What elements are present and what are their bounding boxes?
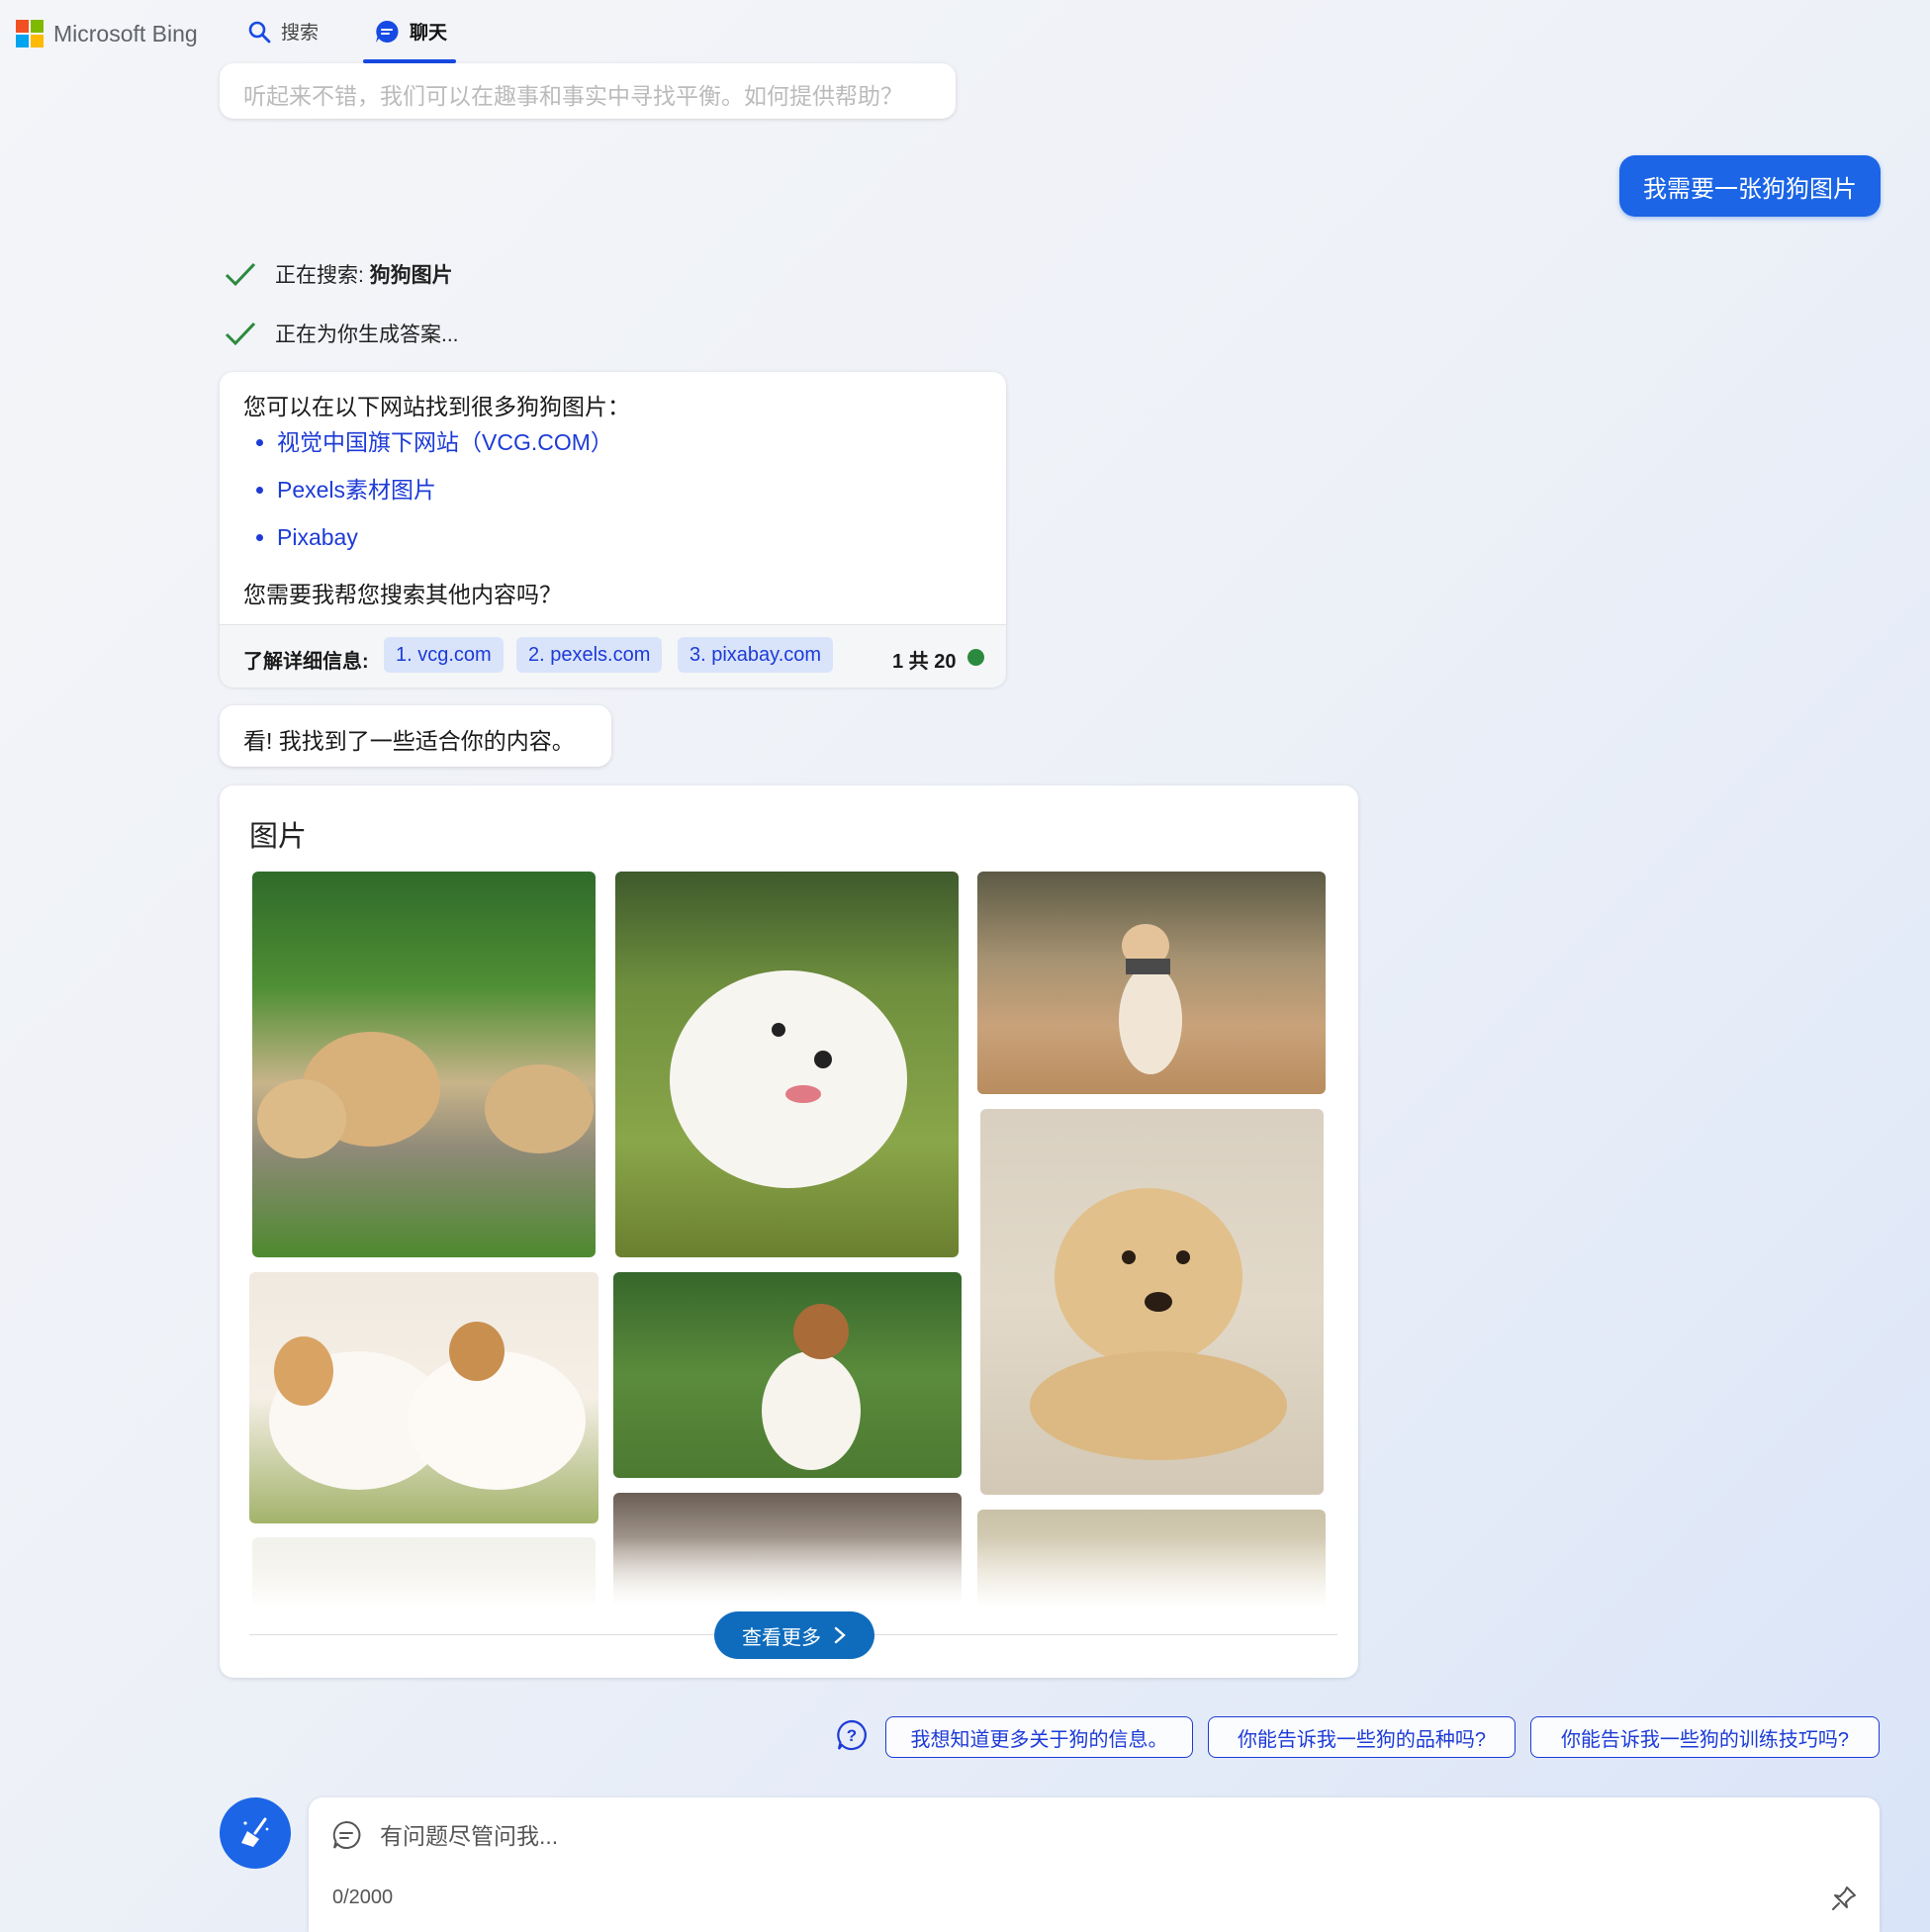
puppy-image-icon (269, 1322, 586, 1490)
chat-bubble-icon (376, 20, 399, 43)
previous-message-text: 听起来不错，我们可以在趣事和事实中寻找平衡。如何提供帮助？ (243, 83, 903, 109)
puppy-image-icon (762, 1304, 861, 1470)
status-generating-text: 正在为你生成答案... (275, 323, 459, 346)
image-thumb-puppy-flowers[interactable] (613, 1272, 962, 1478)
top-bar: Microsoft Bing 搜索 聊天 (0, 0, 1930, 73)
tab-chat[interactable]: 聊天 (374, 18, 447, 45)
images-card: 图片 查看更多 (220, 785, 1358, 1678)
puppy-image-icon (257, 1032, 594, 1158)
see-more-label: 查看更多 (742, 1626, 821, 1649)
bot-answer-message: 您可以在以下网站找到很多狗狗图片： 视觉中国旗下网站（VCG.COM） Pexe… (220, 372, 1006, 688)
answer-outro: 您需要我帮您搜索其他内容吗？ (243, 582, 562, 607)
source-chip-pixabay[interactable]: 3. pixabay.com (678, 637, 834, 673)
user-message: 我需要一张狗狗图片 (1619, 155, 1881, 217)
answer-link-pexels[interactable]: Pexels素材图片 (277, 475, 613, 522)
bing-logo[interactable]: Microsoft Bing (16, 20, 198, 47)
search-icon (248, 21, 271, 43)
puppy-image-icon (1119, 924, 1182, 1074)
images-title: 图片 (249, 821, 308, 853)
pin-icon[interactable] (1830, 1885, 1858, 1912)
answer-intro: 您可以在以下网站找到很多狗狗图片： (243, 394, 630, 419)
answer-link-vcg[interactable]: 视觉中国旗下网站（VCG.COM） (277, 427, 613, 475)
character-counter: 0/2000 (332, 1886, 394, 1908)
puppy-image-icon (670, 970, 907, 1188)
puppy-image-icon (1030, 1188, 1287, 1460)
image-thumb-shiba-scarf[interactable] (977, 872, 1326, 1094)
image-thumb-white-puppy[interactable] (615, 872, 959, 1257)
new-topic-button[interactable] (220, 1797, 291, 1869)
status-searching: 正在搜索: 狗狗图片 (224, 259, 453, 289)
source-chip-pexels[interactable]: 2. pexels.com (516, 637, 663, 673)
source-chip-vcg[interactable]: 1. vcg.com (384, 637, 504, 673)
image-grid-fade (243, 1537, 1339, 1607)
svg-text:?: ? (847, 1726, 857, 1745)
chevron-right-icon (834, 1626, 846, 1644)
status-searching-prefix: 正在搜索: (275, 264, 370, 287)
tab-search-label: 搜索 (281, 23, 320, 44)
see-more-button[interactable]: 查看更多 (714, 1611, 874, 1659)
look-message-text: 看! 我找到了一些适合你的内容。 (243, 728, 575, 754)
bot-intro-message: 看! 我找到了一些适合你的内容。 (220, 705, 611, 767)
chat-composer: 0/2000 (309, 1797, 1880, 1932)
learn-more-label: 了解详细信息: (243, 651, 369, 673)
suggestion-dog-breeds[interactable]: 你能告诉我一些狗的品种吗? (1208, 1716, 1516, 1758)
brand-name: Microsoft Bing (53, 20, 198, 46)
status-searching-query: 狗狗图片 (369, 264, 453, 287)
turn-status-dot (967, 649, 984, 666)
status-generating: 正在为你生成答案... (224, 319, 459, 348)
tab-search[interactable]: 搜索 (247, 18, 319, 45)
image-thumb-puppies-grass[interactable] (252, 872, 596, 1257)
suggestion-dog-info[interactable]: 我想知道更多关于狗的信息。 (885, 1716, 1193, 1758)
tab-chat-label: 聊天 (410, 23, 448, 44)
turn-counter: 1 共 20 (892, 651, 957, 673)
learn-more-footer: 了解详细信息: 1. vcg.com 2. pexels.com 3. pixa… (220, 624, 1006, 688)
broom-icon (241, 1817, 269, 1847)
previous-bot-message: 听起来不错，我们可以在趣事和事实中寻找平衡。如何提供帮助？ (220, 63, 956, 119)
checkmark-icon (225, 322, 256, 346)
image-thumb-lab-puppy-sand[interactable] (980, 1109, 1324, 1495)
image-thumb-sleeping-puppies[interactable] (249, 1272, 598, 1523)
chat-icon (332, 1820, 361, 1849)
help-question-icon: ? (837, 1719, 867, 1751)
chat-input[interactable] (378, 1815, 1767, 1857)
answer-link-pixabay[interactable]: Pixabay (277, 522, 613, 570)
microsoft-logo-icon (16, 20, 44, 47)
suggestion-dog-training[interactable]: 你能告诉我一些狗的训练技巧吗? (1530, 1716, 1880, 1758)
checkmark-icon (225, 262, 256, 287)
answer-link-list: 视觉中国旗下网站（VCG.COM） Pexels素材图片 Pixabay (243, 427, 613, 570)
